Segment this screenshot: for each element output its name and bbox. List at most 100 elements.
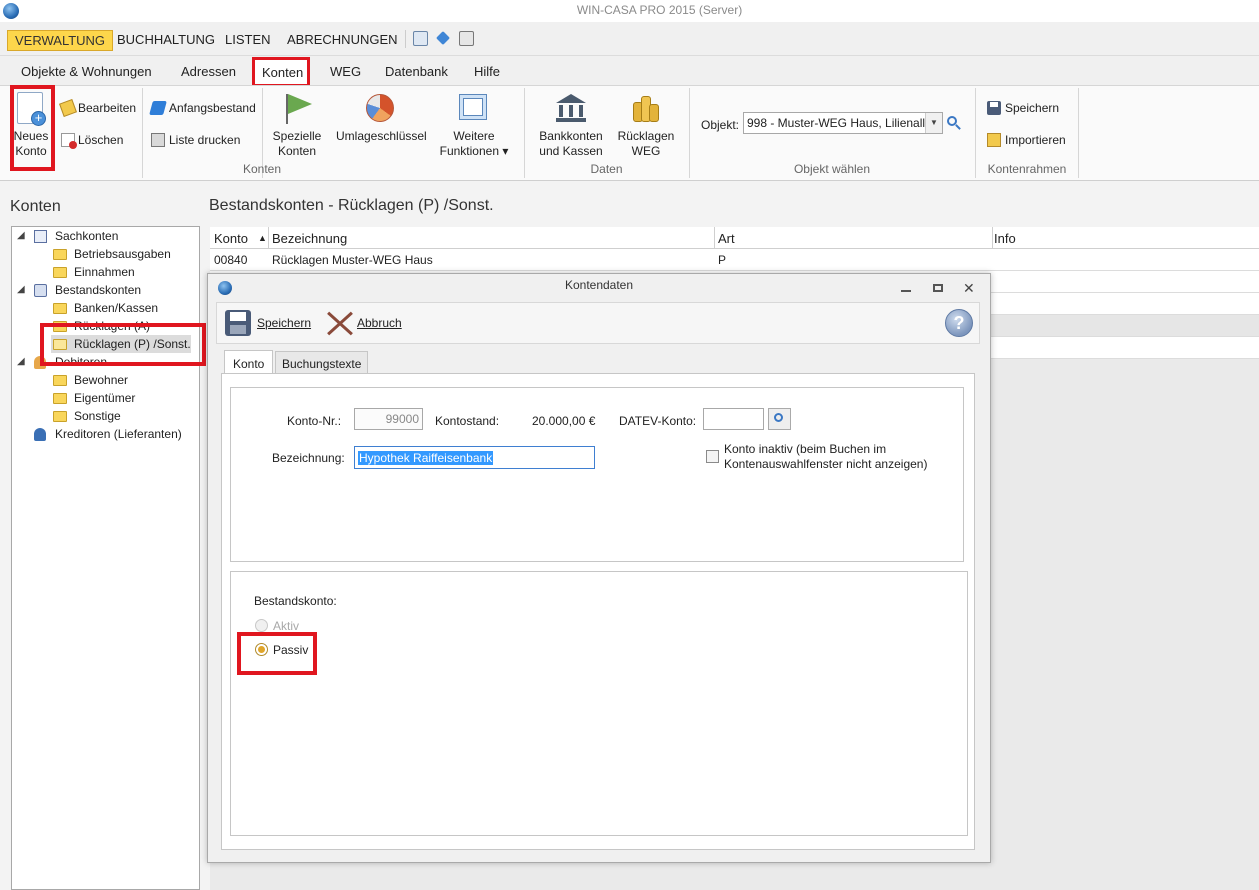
folder-icon xyxy=(53,249,67,260)
konto-nr-label: Konto-Nr.: xyxy=(287,414,342,428)
objekt-select[interactable]: 998 - Muster-WEG Haus, Lilienalle ▼ xyxy=(743,112,943,134)
liste-drucken-button[interactable]: Liste drucken xyxy=(169,133,240,147)
database-icon xyxy=(34,284,47,297)
coins-icon xyxy=(633,94,659,122)
grid-header: Konto ▲ Bezeichnung Art Info xyxy=(210,227,1259,249)
menu-abrechnungen[interactable]: ABRECHNUNGEN xyxy=(280,30,405,51)
tree-label: Bestandskonten xyxy=(55,283,142,297)
tree-label: Eigentümer xyxy=(74,391,136,405)
konto-inaktiv-label-1: Konto inaktiv (beim Buchen im xyxy=(724,442,887,456)
bank-icon xyxy=(556,94,586,122)
clipboard-icon[interactable] xyxy=(459,31,474,46)
kontostand-value: 20.000,00 € xyxy=(532,414,596,428)
bezeichnung-field[interactable]: Hypothek Raiffeisenbank xyxy=(354,446,595,469)
tree-heading: Konten xyxy=(10,198,61,215)
group-kontenrahmen-label: Kontenrahmen xyxy=(987,162,1067,176)
bestandskonto-label: Bestandskonto: xyxy=(254,594,337,608)
bezeichnung-field-value: Hypothek Raiffeisenbank xyxy=(358,451,494,465)
folder-icon xyxy=(53,375,67,386)
bankkonten-label-1: Bankkonten xyxy=(539,129,603,143)
datev-field[interactable] xyxy=(703,408,764,430)
help-icon[interactable]: ? xyxy=(945,309,973,337)
objekt-label: Objekt: xyxy=(701,118,740,132)
window-title: WIN-CASA PRO 2015 (Server) xyxy=(576,3,743,17)
ruecklagen-weg-label-2: WEG xyxy=(631,144,661,158)
anfangsbestand-button[interactable]: Anfangsbestand xyxy=(169,101,256,115)
speichern-button[interactable]: Speichern xyxy=(1005,101,1059,115)
sort-asc-icon[interactable]: ▲ xyxy=(258,233,267,243)
aktiv-radio[interactable] xyxy=(255,619,268,632)
close-icon[interactable]: ✕ xyxy=(963,280,975,297)
dialog-abbruch-button[interactable]: Abbruch xyxy=(357,316,402,330)
delete-icon xyxy=(61,133,77,149)
tree-label: Kreditoren (Lieferanten) xyxy=(55,427,182,441)
bezeichnung-label: Bezeichnung: xyxy=(272,451,345,465)
dialog-tab-konto-label: Konto xyxy=(233,357,265,371)
chevron-down-icon[interactable]: ▼ xyxy=(925,113,942,133)
tree-label: Sachkonten xyxy=(55,229,119,243)
bankkonten-label-2: und Kassen xyxy=(539,144,603,158)
tab-adressen[interactable]: Adressen xyxy=(181,64,236,79)
list-heading: Bestandskonten - Rücklagen (P) /Sonst. xyxy=(209,197,494,214)
formula-icon[interactable] xyxy=(413,31,428,46)
ruecklagen-weg-button[interactable]: Rücklagen WEG xyxy=(614,129,678,159)
save-icon xyxy=(987,101,1001,115)
spezielle-konten-button[interactable]: Spezielle Konten xyxy=(266,129,328,159)
tab-datenbank[interactable]: Datenbank xyxy=(385,64,448,79)
weitere-label-1: Weitere xyxy=(453,129,495,143)
group-objekt-label: Objekt wählen xyxy=(793,162,871,176)
print-icon xyxy=(151,133,165,147)
tree-label: Einnahmen xyxy=(74,265,135,279)
tree-label: Banken/Kassen xyxy=(74,301,159,315)
flag-shape xyxy=(288,94,312,114)
tab-weg[interactable]: WEG xyxy=(330,64,361,79)
tree-label: Sonstige xyxy=(74,409,121,423)
cell-konto: 00840 xyxy=(214,253,248,267)
menu-listen[interactable]: LISTEN xyxy=(218,30,278,51)
importieren-button[interactable]: Importieren xyxy=(1005,133,1066,147)
weitere-funktionen-button[interactable]: Weitere Funktionen ▾ xyxy=(436,129,512,159)
expand-arrow-icon[interactable]: ◢ xyxy=(17,281,25,299)
weitere-label-2: Funktionen ▾ xyxy=(439,144,509,158)
menu-verwaltung[interactable]: VERWALTUNG xyxy=(7,30,114,51)
tab-konten[interactable]: Konten xyxy=(252,57,310,87)
konto-inaktiv-label-2: Kontenauswahlfenster nicht anzeigen) xyxy=(724,457,928,471)
folder-icon xyxy=(53,393,67,404)
bankkonten-button[interactable]: Bankkonten und Kassen xyxy=(536,129,606,159)
column-konto[interactable]: Konto xyxy=(214,231,248,246)
dialog-tab-konto[interactable]: Konto xyxy=(224,350,273,375)
highlight-passiv xyxy=(237,632,317,675)
dialog-speichern-button[interactable]: Speichern xyxy=(257,316,311,330)
pen-icon[interactable] xyxy=(436,31,450,45)
konto-nr-field[interactable] xyxy=(354,408,423,430)
table-row[interactable]: 00840 Rücklagen Muster-WEG Haus P xyxy=(210,249,1259,271)
expand-arrow-icon[interactable]: ◢ xyxy=(17,227,25,245)
highlight-neues-konto xyxy=(10,85,55,171)
datev-search-button[interactable] xyxy=(768,408,791,430)
import-folder-icon xyxy=(987,133,1001,147)
konto-inaktiv-checkbox[interactable] xyxy=(706,450,719,463)
tab-objekte[interactable]: Objekte & Wohnungen xyxy=(21,64,152,79)
menu-buchhaltung[interactable]: BUCHHALTUNG xyxy=(110,30,222,51)
dialog-tab-buchungstexte[interactable]: Buchungstexte xyxy=(275,351,368,374)
tree-label: Betriebsausgaben xyxy=(74,247,171,261)
column-bezeichnung[interactable]: Bezeichnung xyxy=(272,231,347,246)
datev-label: DATEV-Konto: xyxy=(619,414,697,428)
minimize-icon[interactable] xyxy=(901,290,911,292)
cancel-x-icon xyxy=(324,309,354,337)
loeschen-button[interactable]: Löschen xyxy=(78,133,123,147)
column-info[interactable]: Info xyxy=(994,231,1016,246)
windows-icon xyxy=(459,94,487,120)
tab-hilfe[interactable]: Hilfe xyxy=(474,64,500,79)
save-disk-icon xyxy=(225,310,251,336)
column-art[interactable]: Art xyxy=(718,231,735,246)
maximize-icon[interactable] xyxy=(933,284,943,292)
menu-bar: VERWALTUNG BUCHHALTUNG LISTEN ABRECHNUNG… xyxy=(0,22,1259,56)
group-konten-label: Konten xyxy=(242,162,282,176)
umlageschluessel-button[interactable]: Umlageschlüssel xyxy=(336,129,427,143)
bearbeiten-button[interactable]: Bearbeiten xyxy=(78,101,136,115)
ruecklagen-weg-label-1: Rücklagen xyxy=(617,129,675,143)
expand-arrow-icon[interactable]: ◢ xyxy=(17,353,25,371)
tab-konten-label: Konten xyxy=(262,65,304,80)
tree-label: Bewohner xyxy=(74,373,129,387)
